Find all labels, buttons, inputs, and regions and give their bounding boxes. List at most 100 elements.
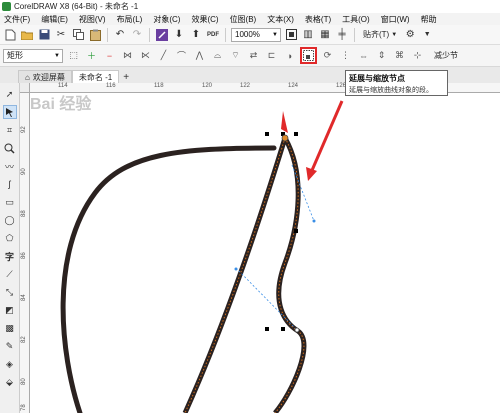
menu-tools[interactable]: 工具(O) [342, 14, 370, 25]
polygon-tool-icon[interactable]: ⬠ [3, 231, 17, 245]
pick-tool-icon[interactable]: ➚ [3, 87, 17, 101]
show-grid-icon[interactable]: ▦ [318, 28, 332, 42]
to-line-icon[interactable]: ╱ [156, 48, 171, 63]
menu-object[interactable]: 对象(C) [153, 14, 180, 25]
app-icon [2, 2, 11, 11]
drawing-canvas[interactable]: Bai 经验 [30, 93, 500, 413]
menu-table[interactable]: 表格(T) [305, 14, 331, 25]
to-curve-icon[interactable]: ⌒ [174, 48, 189, 63]
elastic-mode-icon[interactable]: ⌘ [392, 48, 407, 63]
stretch-scale-nodes-icon[interactable] [300, 47, 317, 64]
align-nodes-icon[interactable]: ⋮ [338, 48, 353, 63]
open-folder-icon[interactable] [20, 28, 34, 42]
curve-shape-right[interactable] [182, 137, 288, 413]
freehand-tool-icon[interactable]: 〰 [3, 159, 17, 173]
ruler-tick-label: 118 [154, 83, 164, 89]
tab-welcome[interactable]: ⌂ 欢迎屏幕 [18, 70, 72, 83]
separator [354, 27, 355, 42]
join-nodes-icon[interactable]: ⋈ [120, 48, 135, 63]
snap-to-button[interactable]: 贴齐(T) ▼ [360, 28, 400, 42]
crop-tool-icon[interactable]: ⌗ [3, 123, 17, 137]
connector-tool-icon[interactable]: ⤡ [3, 285, 17, 299]
zoom-select[interactable]: 1000% ▼ [231, 27, 281, 42]
selection-node[interactable] [265, 327, 269, 331]
smooth-node-icon[interactable]: ⌓ [210, 48, 225, 63]
menu-layout[interactable]: 布局(L) [117, 14, 143, 25]
export-icon[interactable]: ⬆ [189, 28, 203, 42]
symmetrical-node-icon[interactable]: ⌔ [228, 48, 243, 63]
menu-window[interactable]: 窗口(W) [381, 14, 410, 25]
extract-subpath-icon[interactable]: ⊹ [410, 48, 425, 63]
vertical-ruler[interactable]: 92 90 88 86 84 82 80 78 [20, 93, 30, 413]
menu-help[interactable]: 帮助 [421, 14, 437, 25]
close-curve-icon[interactable]: ◑ [282, 48, 297, 63]
menu-edit[interactable]: 编辑(E) [41, 14, 68, 25]
menu-text[interactable]: 文本(X) [267, 14, 294, 25]
cut-icon[interactable]: ✂ [54, 28, 68, 42]
active-node[interactable] [281, 134, 289, 142]
selection-node[interactable] [265, 132, 269, 136]
zoom-value: 1000% [235, 30, 260, 39]
undo-icon[interactable]: ↶ [113, 28, 127, 42]
ruler-tick-label: 92 [21, 126, 27, 133]
cusp-node-icon[interactable]: ⋀ [192, 48, 207, 63]
tab-untitled-label: 未命名 -1 [78, 72, 113, 82]
property-bar: 矩形 ▼ ⬚ ＋ − ⋈ ⋉ ╱ ⌒ ⋀ ⌓ ⌔ ⇄ ⊏ ◑ ⟳ ⋮ ⇔ ⇕ ⌘… [0, 45, 500, 67]
add-tab-icon[interactable]: + [123, 72, 129, 83]
reflect-vertical-icon[interactable]: ⇕ [374, 48, 389, 63]
add-node-icon[interactable]: ＋ [84, 48, 99, 63]
parallel-dimension-icon[interactable]: ⟋ [3, 267, 17, 281]
interactive-fill-icon[interactable]: ◈ [3, 357, 17, 371]
rotate-skew-nodes-icon[interactable]: ⟳ [320, 48, 335, 63]
ruler-tick-label: 82 [21, 336, 27, 343]
reduce-nodes-label[interactable]: 减少节 [434, 50, 458, 61]
home-icon: ⌂ [25, 72, 30, 82]
more-options-chevron-icon[interactable]: ▼ [420, 28, 434, 42]
snap-label: 贴齐(T) [363, 30, 390, 39]
selection-node[interactable] [281, 327, 285, 331]
save-icon[interactable] [37, 28, 51, 42]
curve-shape[interactable] [60, 145, 277, 413]
delete-node-icon[interactable]: − [102, 48, 117, 63]
select-all-nodes-icon[interactable]: ⬚ [66, 48, 81, 63]
copy-icon[interactable] [71, 28, 85, 42]
reflect-horizontal-icon[interactable]: ⇔ [356, 48, 371, 63]
zoom-tool-icon[interactable] [3, 141, 17, 155]
search-content-icon[interactable] [155, 28, 169, 42]
control-handle-point[interactable] [312, 219, 316, 223]
full-screen-icon[interactable] [284, 28, 298, 42]
ruler-origin[interactable] [20, 83, 30, 93]
smart-fill-icon[interactable]: ⬙ [3, 375, 17, 389]
transparency-tool-icon[interactable]: ▩ [3, 321, 17, 335]
show-rulers-icon[interactable]: ▥ [301, 28, 315, 42]
eyedropper-icon[interactable]: ✎ [3, 339, 17, 353]
new-document-icon[interactable] [3, 28, 17, 42]
show-guidelines-icon[interactable]: ╪ [335, 28, 349, 42]
paste-icon[interactable] [88, 28, 102, 42]
curve-shape-tail[interactable] [273, 136, 307, 413]
publish-pdf-icon[interactable]: PDF [206, 28, 220, 42]
text-tool-icon[interactable]: 字 [3, 249, 17, 263]
shape-tool-icon[interactable] [2, 105, 17, 119]
shape-select[interactable]: 矩形 ▼ [3, 48, 63, 63]
artistic-media-icon[interactable]: ʃ [3, 177, 17, 191]
drop-shadow-icon[interactable]: ◩ [3, 303, 17, 317]
menu-bitmaps[interactable]: 位图(B) [230, 14, 257, 25]
redo-icon[interactable]: ↷ [130, 28, 144, 42]
selection-node[interactable] [294, 229, 298, 233]
reverse-direction-icon[interactable]: ⇄ [246, 48, 261, 63]
menu-file[interactable]: 文件(F) [4, 14, 30, 25]
import-icon[interactable]: ⬇ [172, 28, 186, 42]
control-handle-point[interactable] [234, 267, 238, 271]
rectangle-tool-icon[interactable]: ▭ [3, 195, 17, 209]
menu-effects[interactable]: 效果(C) [191, 14, 218, 25]
menu-view[interactable]: 视图(V) [79, 14, 106, 25]
ellipse-tool-icon[interactable]: ◯ [3, 213, 17, 227]
curve-drawing[interactable] [30, 93, 500, 413]
break-curve-icon[interactable]: ⋉ [138, 48, 153, 63]
tab-untitled[interactable]: 未命名 -1 [71, 70, 120, 83]
options-gear-icon[interactable]: ⚙ [403, 28, 417, 42]
extend-curve-to-close-icon[interactable]: ⊏ [264, 48, 279, 63]
selection-node[interactable] [294, 132, 298, 136]
curve-node[interactable] [294, 327, 300, 333]
